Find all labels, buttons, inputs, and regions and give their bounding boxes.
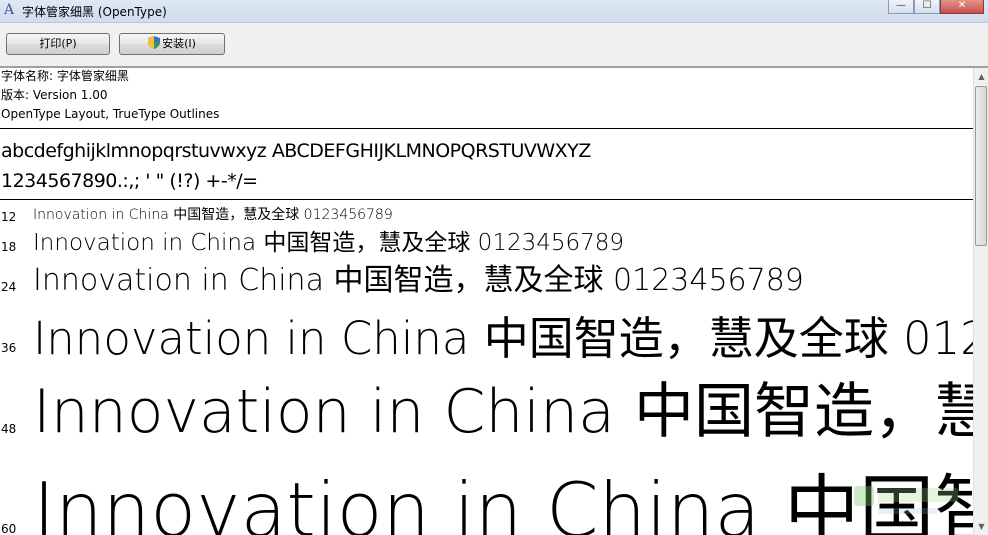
sample-text-60: Innovation in China 中国智造，慧及全球 0123456789 [33, 466, 973, 535]
sample-text-24: Innovation in China 中国智造，慧及全球 0123456789 [33, 263, 804, 298]
scroll-up-icon[interactable]: ▲ [974, 68, 988, 85]
watermark-graphic [854, 486, 958, 514]
font-type-line: OpenType Layout, TrueType Outlines [1, 107, 220, 121]
divider [0, 128, 973, 129]
window-title: 字体管家细黑 (OpenType) [22, 5, 167, 19]
font-version-line: 版本: Version 1.00 [1, 88, 108, 102]
print-button[interactable]: 打印(P) [6, 33, 110, 55]
scrollbar-thumb[interactable] [975, 86, 987, 246]
divider [0, 199, 973, 200]
install-button[interactable]: 安装(I) [119, 33, 225, 55]
install-button-label: 安装(I) [162, 37, 196, 50]
sample-text-36: Innovation in China 中国智造，慧及全球 0123456789 [33, 312, 973, 365]
vertical-scrollbar[interactable]: ▲ ▼ [973, 68, 988, 535]
size-label-12: 12 [1, 210, 17, 224]
minimize-button[interactable]: — [888, 0, 914, 14]
size-label-18: 18 [1, 240, 17, 254]
font-name-line: 字体名称: 字体管家细黑 [1, 69, 129, 83]
title-bar: A 字体管家细黑 (OpenType) — ☐ ✕ [0, 0, 988, 23]
maximize-button[interactable]: ☐ [914, 0, 940, 14]
sample-text-18: Innovation in China 中国智造，慧及全球 0123456789 [33, 230, 625, 256]
font-app-icon: A [4, 2, 15, 18]
watermark-logo [852, 482, 970, 530]
size-label-48: 48 [1, 422, 17, 436]
size-label-24: 24 [1, 280, 17, 294]
size-label-36: 36 [1, 341, 17, 355]
print-button-label: 打印(P) [39, 37, 77, 50]
size-label-60: 60 [1, 522, 17, 535]
close-button[interactable]: ✕ [940, 0, 984, 14]
uac-shield-icon [148, 36, 161, 49]
toolbar: 打印(P) 安装(I) [0, 23, 988, 68]
font-preview-area: 字体名称: 字体管家细黑 版本: Version 1.00 OpenType L… [0, 68, 973, 535]
charset-letters: abcdefghijklmnopqrstuvwxyz ABCDEFGHIJKLM… [1, 140, 591, 162]
charset-symbols: 1234567890.:,; ' " (!?) +-*/= [1, 170, 258, 192]
sample-text-48: Innovation in China 中国智造，慧及全球 0123456789 [33, 377, 973, 447]
scroll-down-icon[interactable]: ▼ [974, 518, 988, 535]
sample-text-12: Innovation in China 中国智造，慧及全球 0123456789 [33, 207, 393, 223]
window-controls: — ☐ ✕ [888, 0, 984, 16]
